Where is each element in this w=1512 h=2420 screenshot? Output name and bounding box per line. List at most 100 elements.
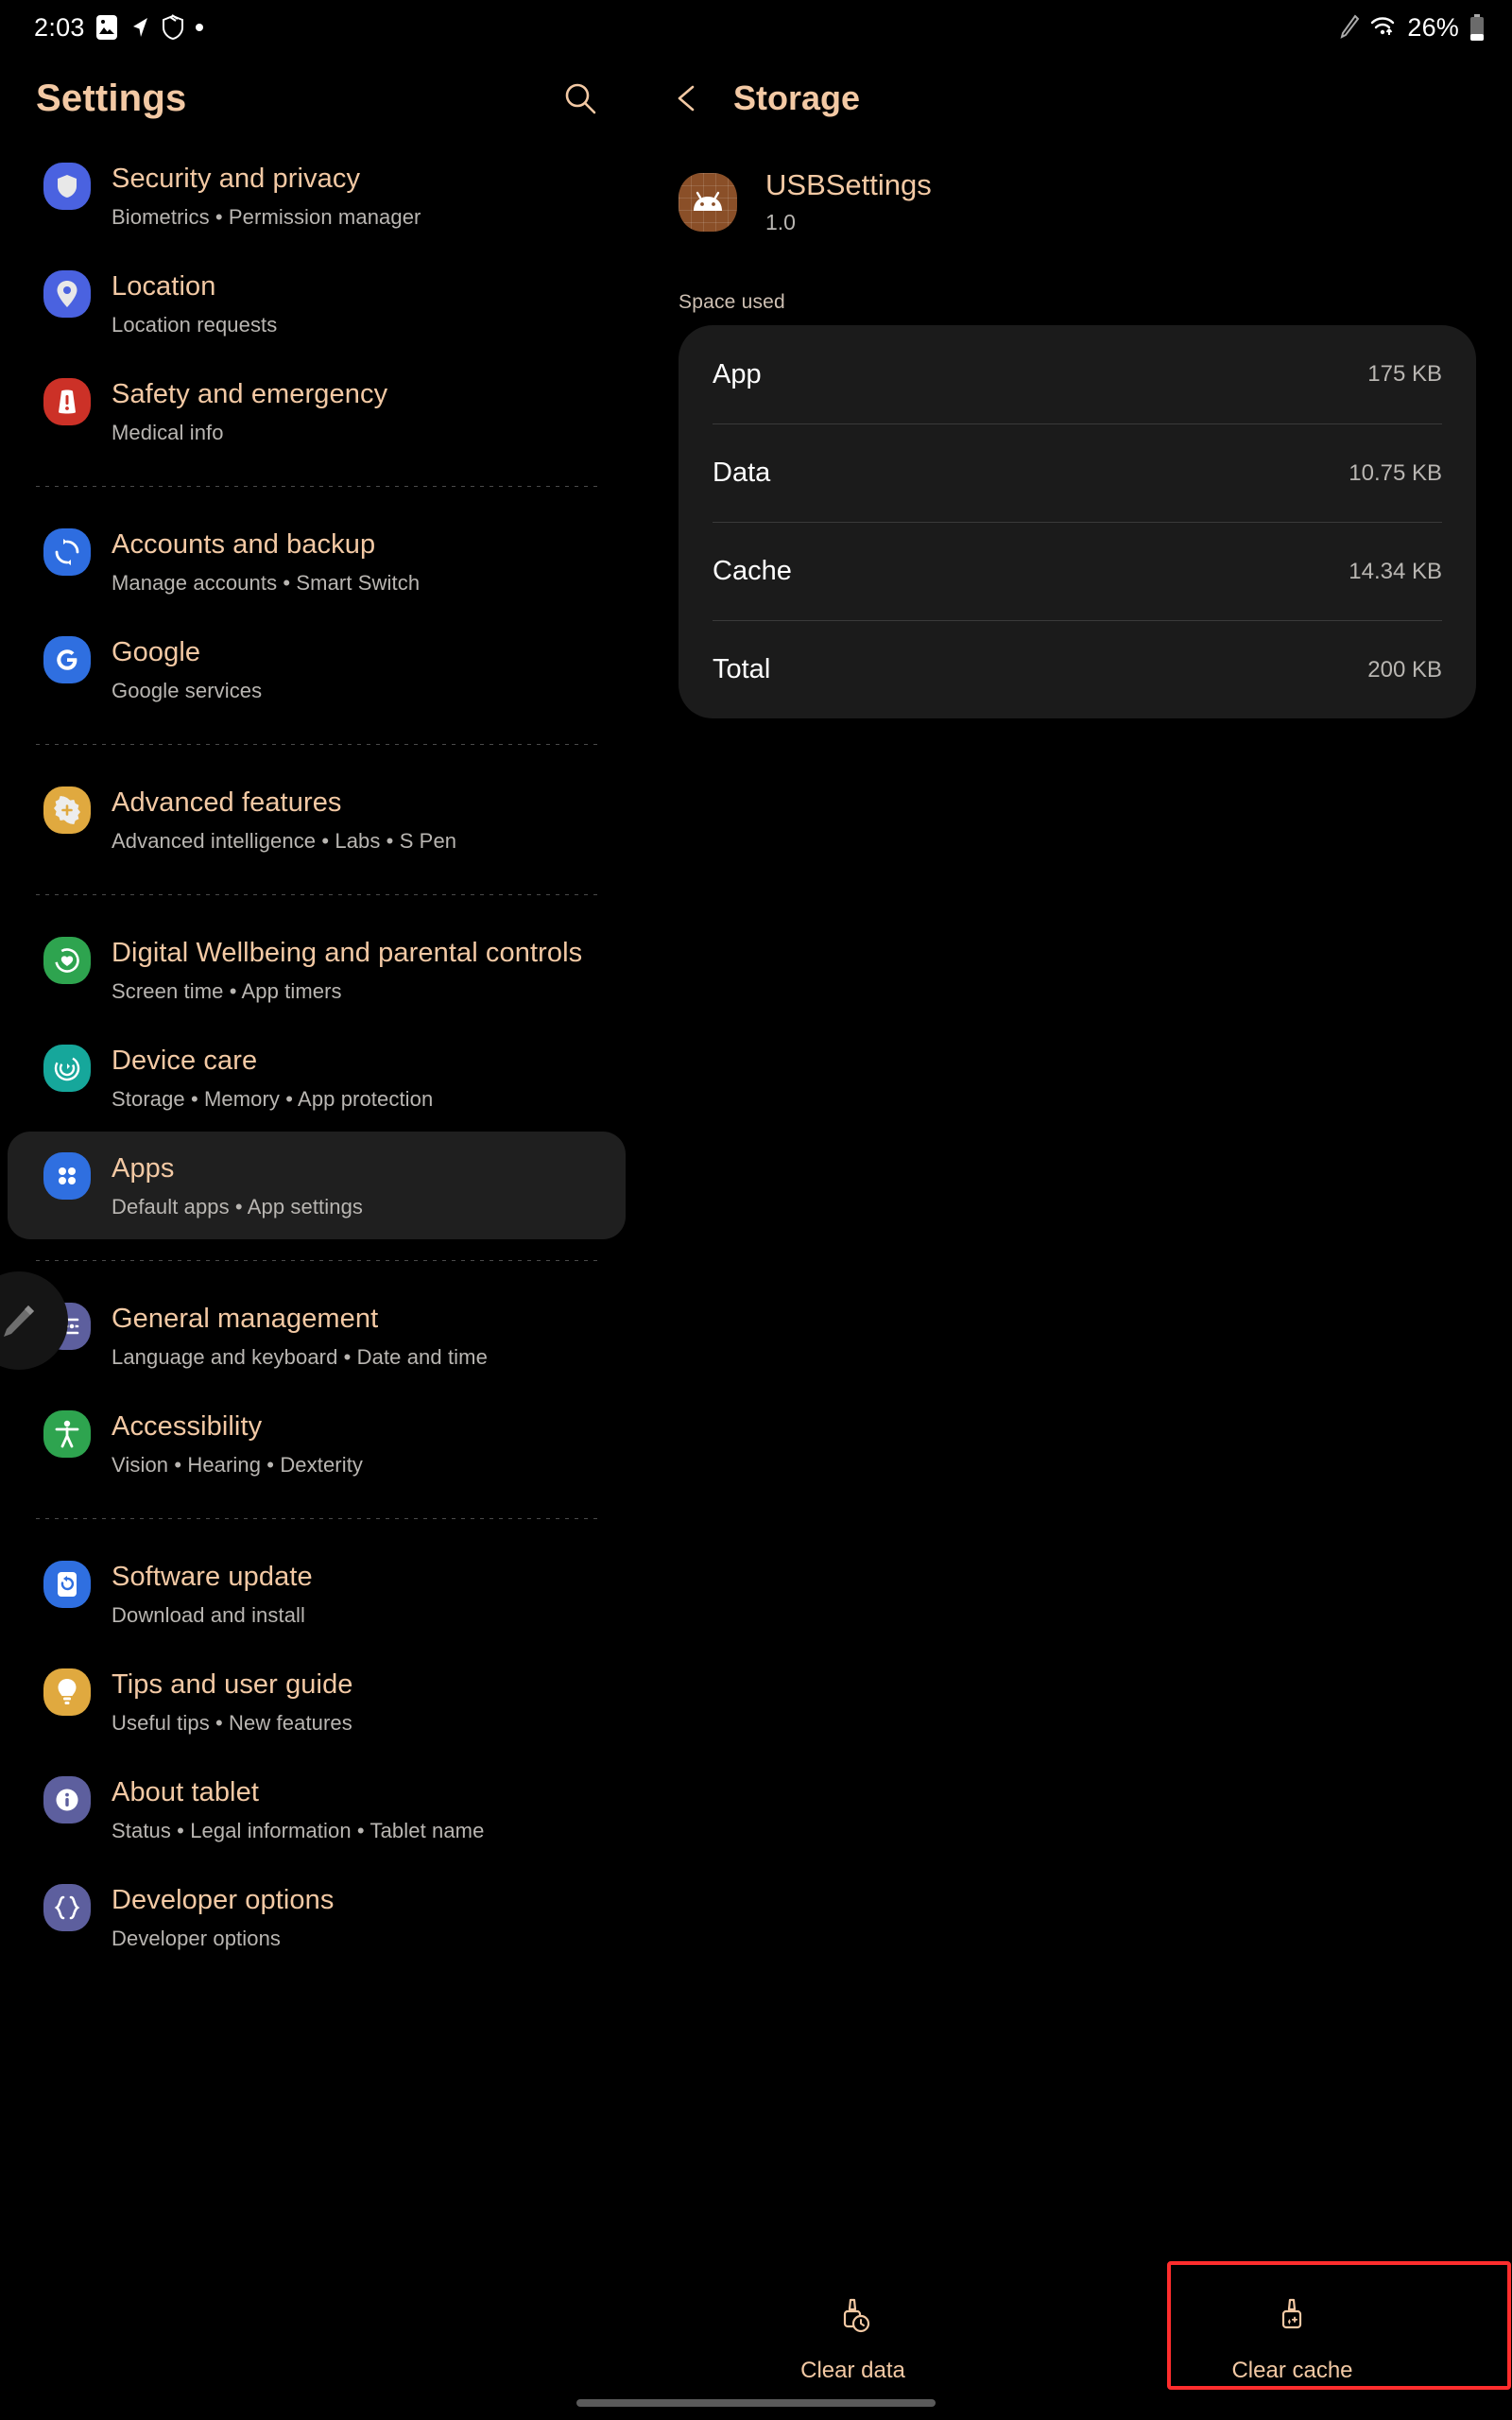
sidebar-item-location[interactable]: Location Location requests [8, 250, 626, 357]
settings-group: General management Language and keyboard … [0, 1282, 633, 1497]
storage-row-value: 10.75 KB [1349, 459, 1442, 486]
battery-percent: 26% [1407, 12, 1459, 42]
sidebar-item-subtitle: Useful tips • New features [112, 1711, 352, 1735]
sidebar-item-label: Google [112, 637, 201, 667]
sidebar-item-subtitle: Default apps • App settings [112, 1195, 364, 1219]
location-arrow-icon [132, 18, 147, 37]
action-bar[interactable]: Clear data Clear cache [633, 2259, 1512, 2420]
storage-row-cache: Cache 14.34 KB [713, 522, 1442, 620]
storage-row-label: App [713, 358, 762, 389]
sidebar-item-developer-options[interactable]: Developer options Developer options [8, 1863, 626, 1971]
sidebar-item-subtitle: Medical info [112, 421, 224, 444]
sidebar-item-subtitle: Vision • Hearing • Dexterity [112, 1453, 364, 1477]
sidebar-item-label: Accounts and backup [112, 529, 376, 560]
detail-title: Storage [733, 78, 861, 117]
storage-row-value: 14.34 KB [1349, 558, 1442, 584]
storage-row-label: Data [713, 458, 771, 488]
device-care-icon [43, 1045, 91, 1092]
lightbulb-icon [43, 1668, 91, 1716]
storage-row-app: App 175 KB [713, 325, 1442, 424]
sidebar-item-label: Safety and emergency [112, 379, 388, 409]
image-icon [95, 15, 117, 40]
sidebar-item-security-and-privacy[interactable]: Security and privacy Biometrics • Permiss… [8, 142, 626, 250]
sidebar-item-subtitle: Screen time • App timers [112, 979, 342, 1003]
settings-item-list[interactable]: Security and privacy Biometrics • Permiss… [0, 142, 633, 1990]
wellbeing-icon [43, 937, 91, 984]
clear-cache-button[interactable]: Clear cache [1073, 2259, 1512, 2420]
apps-grid-icon [43, 1152, 91, 1200]
spen-icon [1340, 14, 1360, 39]
settings-group: Advanced features Advanced intelligence •… [0, 766, 633, 873]
sidebar-item-text: Digital Wellbeing and parental controls S… [112, 931, 582, 1009]
settings-sidebar[interactable]: Settings Security and privacy Biometrics … [0, 55, 633, 2420]
sidebar-item-text: About tablet Status • Legal information •… [112, 1771, 484, 1848]
clear-data-button[interactable]: Clear data [633, 2259, 1073, 2420]
app-info-row: USBSettings 1.0 [633, 142, 1512, 238]
status-clock: 2:03 [34, 12, 85, 42]
sidebar-item-safety-and-emergency[interactable]: Safety and emergency Medical info [8, 357, 626, 465]
sidebar-item-text: Advanced features Advanced intelligence •… [112, 781, 456, 858]
sidebar-item-advanced-features[interactable]: Advanced features Advanced intelligence •… [8, 766, 626, 873]
sidebar-item-text: Accessibility Vision • Hearing • Dexterit… [112, 1405, 363, 1482]
gear-plus-icon [43, 786, 91, 834]
sidebar-item-label: Apps [112, 1153, 175, 1184]
storage-row-total: Total 200 KB [713, 620, 1442, 718]
sidebar-item-text: Location Location requests [112, 265, 277, 342]
sidebar-item-subtitle: Location requests [112, 313, 278, 337]
storage-row-label: Cache [713, 556, 792, 586]
sync-icon [43, 528, 91, 576]
app-version: 1.0 [765, 210, 796, 234]
detail-header: Storage [633, 55, 1512, 142]
dot-icon [195, 24, 203, 31]
space-used-label: Space used [679, 291, 785, 313]
sidebar-item-label: Advanced features [112, 787, 342, 818]
storage-row-value: 200 KB [1367, 656, 1442, 683]
sidebar-item-subtitle: Language and keyboard • Date and time [112, 1345, 488, 1369]
sidebar-item-device-care[interactable]: Device care Storage • Memory • App protec… [8, 1024, 626, 1132]
app-name: USBSettings [765, 168, 932, 201]
sidebar-item-text: Security and privacy Biometrics • Permiss… [112, 157, 421, 234]
settings-group: Software update Download and install Tips … [0, 1540, 633, 1971]
emergency-icon [43, 378, 91, 425]
app-meta: USBSettings 1.0 [765, 166, 932, 238]
sidebar-item-text: Safety and emergency Medical info [112, 372, 387, 450]
wifi-icon [1371, 17, 1395, 35]
sidebar-item-subtitle: Download and install [112, 1603, 306, 1627]
chevron-left-icon[interactable] [665, 76, 711, 121]
settings-group: Security and privacy Biometrics • Permiss… [0, 142, 633, 465]
info-icon [43, 1776, 91, 1824]
sidebar-item-text: Google Google services [112, 631, 262, 708]
storage-row-data: Data 10.75 KB [713, 424, 1442, 522]
sidebar-item-subtitle: Storage • Memory • App protection [112, 1087, 434, 1111]
sidebar-item-apps[interactable]: Apps Default apps • App settings [8, 1132, 626, 1239]
sidebar-item-tips-and-user-guide[interactable]: Tips and user guide Useful tips • New fea… [8, 1648, 626, 1755]
sidebar-item-subtitle: Biometrics • Permission manager [112, 205, 421, 229]
group-divider [36, 486, 597, 487]
group-divider [36, 1260, 597, 1261]
sidebar-item-software-update[interactable]: Software update Download and install [8, 1540, 626, 1648]
software-update-icon [43, 1561, 91, 1608]
sidebar-item-label: Accessibility [112, 1411, 263, 1442]
location-pin-icon [43, 270, 91, 318]
sidebar-item-label: Tips and user guide [112, 1669, 353, 1700]
action-label: Clear data [800, 2357, 905, 2383]
status-bar-left: 2:03 [34, 13, 204, 43]
google-g-icon [43, 636, 91, 683]
sidebar-item-accounts-and-backup[interactable]: Accounts and backup Manage accounts • Sma… [8, 508, 626, 615]
status-bar: 2:03 26% [0, 0, 1512, 55]
sidebar-item-digital-wellbeing-and-parental-controls[interactable]: Digital Wellbeing and parental controls S… [8, 916, 626, 1024]
sidebar-header: Settings [0, 55, 633, 142]
clear-data-brush-icon [833, 2296, 873, 2344]
sidebar-item-subtitle: Developer options [112, 1927, 282, 1950]
settings-group: Digital Wellbeing and parental controls S… [0, 916, 633, 1239]
sidebar-item-label: About tablet [112, 1777, 259, 1807]
storage-detail-pane: Storage USBSettings 1.0 Space used App 17… [633, 55, 1512, 2420]
search-icon[interactable] [554, 72, 607, 125]
sidebar-item-accessibility[interactable]: Accessibility Vision • Hearing • Dexterit… [8, 1390, 626, 1497]
sidebar-item-label: General management [112, 1304, 379, 1334]
gesture-bar[interactable] [576, 2399, 936, 2407]
sidebar-item-about-tablet[interactable]: About tablet Status • Legal information •… [8, 1755, 626, 1863]
sidebar-item-general-management[interactable]: General management Language and keyboard … [8, 1282, 626, 1390]
status-bar-right: 26% [1339, 13, 1486, 43]
sidebar-item-google[interactable]: Google Google services [8, 615, 626, 723]
